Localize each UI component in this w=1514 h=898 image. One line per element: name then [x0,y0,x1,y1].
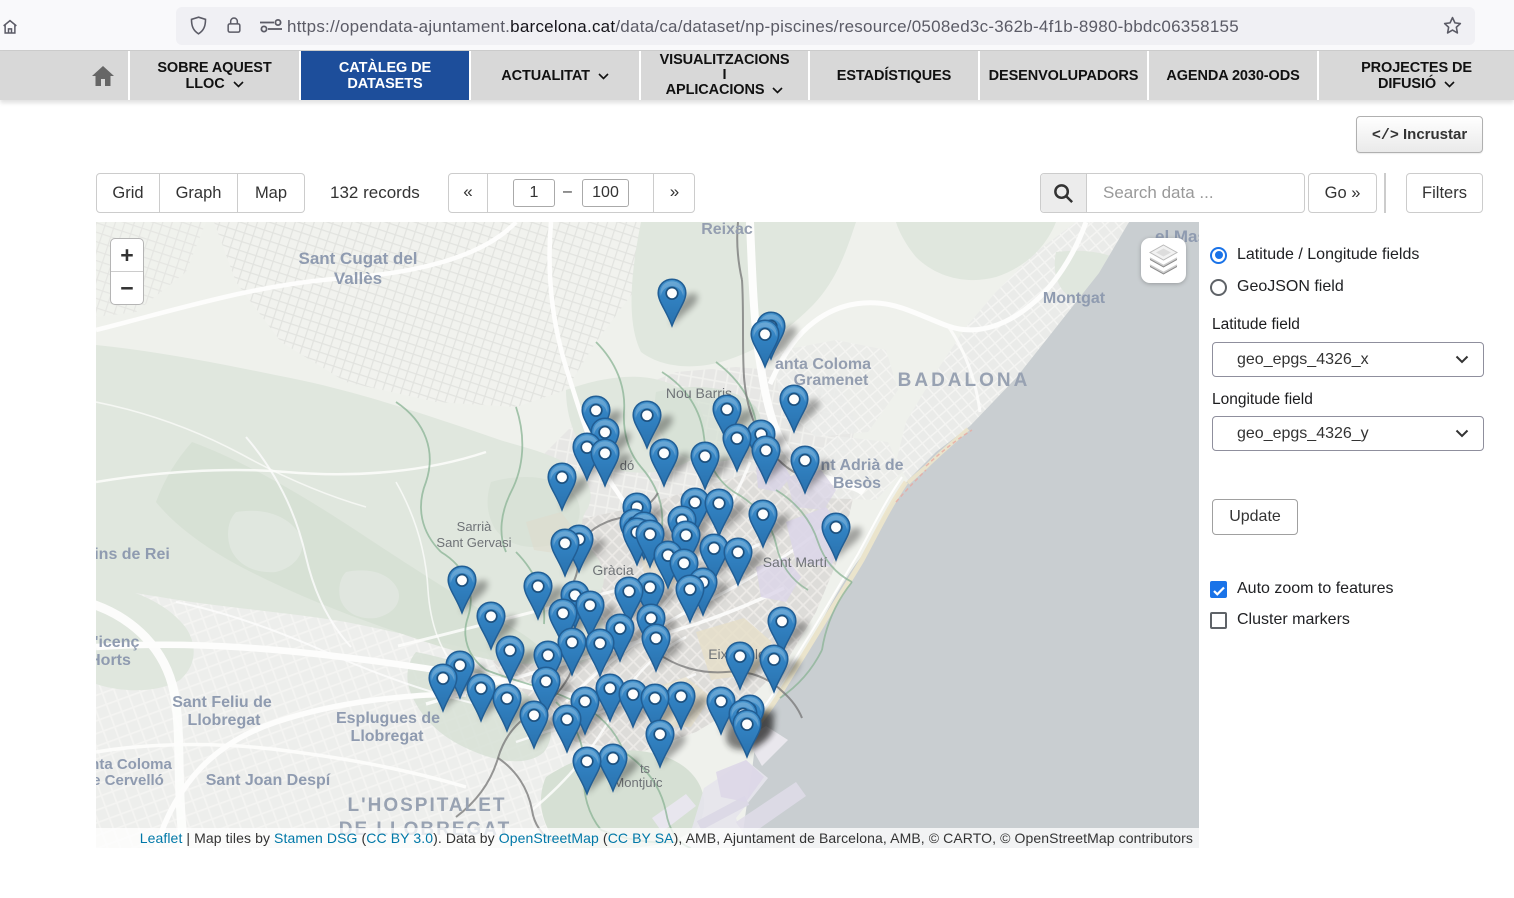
svg-text:'icenç: 'icenç [96,634,139,651]
svg-text:Sant Joan Despí: Sant Joan Despí [206,772,331,789]
svg-text:Sant Cugat del: Sant Cugat del [298,249,417,268]
svg-text:Sant Gervasi: Sant Gervasi [436,535,511,550]
svg-text:Sant Martí: Sant Martí [763,554,828,570]
svg-text:Sarrià: Sarrià [457,519,492,534]
svg-text:Vallès: Vallès [334,269,382,288]
svg-text:e Cervelló: e Cervelló [96,772,164,789]
svg-text:Gràcia: Gràcia [592,562,633,578]
svg-text:Esplugues de: Esplugues de [336,710,440,727]
svg-text:nta Coloma: nta Coloma [96,756,172,773]
svg-text:Horts: Horts [96,652,131,669]
svg-text:Llobregat: Llobregat [351,728,425,745]
svg-text:nt Adrià de: nt Adrià de [821,457,904,474]
svg-text:Montgat: Montgat [1043,290,1106,307]
svg-text:L'HOSPITALET: L'HOSPITALET [347,795,506,816]
svg-text:ts: ts [640,761,651,776]
svg-text:ins de Rei: ins de Rei [96,546,170,563]
svg-text:Besòs: Besòs [833,475,881,492]
svg-text:Gramenet: Gramenet [794,372,869,389]
svg-text:Reixac: Reixac [701,222,753,238]
svg-text:anta Coloma: anta Coloma [775,356,871,373]
svg-text:Sant Feliu de: Sant Feliu de [172,694,272,711]
svg-text:Llobregat: Llobregat [188,712,262,729]
svg-text:BADALONA: BADALONA [898,370,1031,391]
